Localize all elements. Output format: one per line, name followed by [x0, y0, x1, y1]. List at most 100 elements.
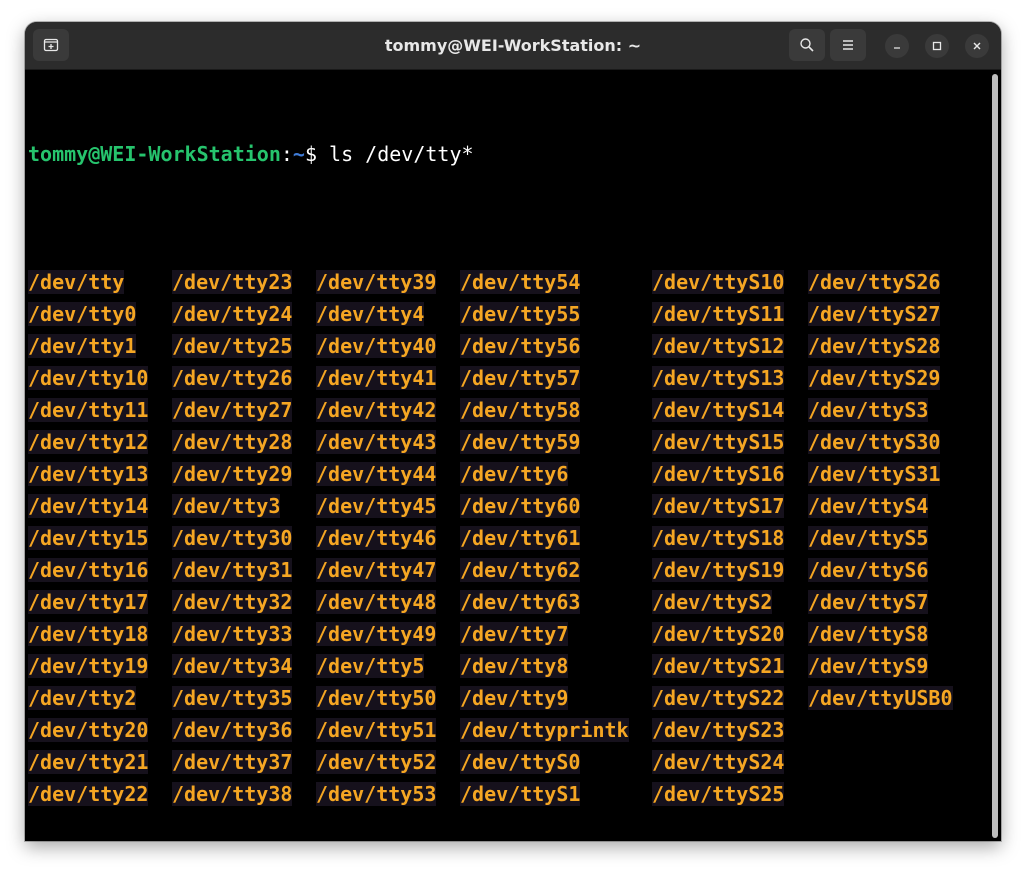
- device-file-entry: /dev/tty8: [460, 650, 629, 682]
- listing-column: /dev/tty23/dev/tty24/dev/tty25/dev/tty26…: [172, 266, 293, 810]
- device-file-entry: /dev/ttyS15: [652, 426, 785, 458]
- device-file-entry: /dev/ttyS24: [652, 746, 785, 778]
- device-file-name: /dev/ttyS28: [808, 334, 941, 358]
- device-file-name: /dev/tty47: [316, 558, 437, 582]
- device-file-name: /dev/tty22: [28, 782, 149, 806]
- device-file-entry: /dev/tty: [28, 266, 148, 298]
- device-file-name: /dev/ttyS10: [652, 270, 785, 294]
- device-file-name: /dev/ttyS31: [808, 462, 941, 486]
- device-file-name: /dev/tty38: [172, 782, 293, 806]
- title-bar[interactable]: tommy@WEI-WorkStation: ~: [25, 22, 1001, 70]
- device-file-entry: /dev/tty58: [460, 394, 629, 426]
- device-file-name: /dev/ttyS1: [460, 782, 581, 806]
- menu-button[interactable]: [830, 29, 866, 61]
- device-file-name: /dev/tty11: [28, 398, 149, 422]
- device-file-name: /dev/tty3: [172, 494, 281, 518]
- device-file-name: /dev/ttyS8: [808, 622, 929, 646]
- device-file-entry: /dev/tty1: [28, 330, 148, 362]
- device-file-name: /dev/tty2: [28, 686, 137, 710]
- device-file-name: /dev/tty54: [460, 270, 581, 294]
- search-icon: [800, 38, 814, 52]
- hamburger-menu-icon: [843, 40, 853, 50]
- device-file-name: /dev/tty60: [460, 494, 581, 518]
- device-file-entry: /dev/ttyS16: [652, 458, 785, 490]
- device-file-name: /dev/tty44: [316, 462, 437, 486]
- device-file-name: /dev/ttyS22: [652, 686, 785, 710]
- device-file-name: /dev/ttyS4: [808, 494, 929, 518]
- device-file-entry: /dev/tty22: [28, 778, 149, 810]
- device-file-name: /dev/tty48: [316, 590, 437, 614]
- listing-column: /dev/tty39/dev/tty4/dev/tty40/dev/tty41 /…: [316, 266, 437, 810]
- device-file-name: /dev/ttyS20: [652, 622, 785, 646]
- device-file-name: /dev/tty5: [316, 654, 425, 678]
- device-file-entry: /dev/tty29: [172, 458, 293, 490]
- device-file-name: /dev/tty27: [172, 398, 293, 422]
- device-file-name: /dev/tty50: [316, 686, 437, 710]
- device-file-name: /dev/ttyS29: [808, 366, 941, 390]
- device-file-entry: /dev/tty28: [172, 426, 293, 458]
- terminal-window: tommy@WEI-WorkStation: ~ tommy@WEI-WorkS…: [25, 22, 1001, 841]
- device-file-entry: /dev/tty46: [316, 522, 437, 554]
- minimize-button[interactable]: [885, 34, 909, 58]
- device-file-entry: /dev/tty11: [28, 394, 149, 426]
- device-file-name: /dev/tty53: [316, 782, 437, 806]
- device-file-entry: /dev/tty32: [172, 586, 293, 618]
- device-file-name: /dev/tty6: [460, 462, 569, 486]
- device-file-entry: /dev/tty34: [172, 650, 293, 682]
- device-file-name: /dev/tty42: [316, 398, 437, 422]
- device-file-name: /dev/tty49: [316, 622, 437, 646]
- device-file-entry: /dev/ttyS25: [652, 778, 785, 810]
- device-file-name: /dev/ttyUSB0: [808, 686, 953, 710]
- terminal-output[interactable]: tommy@WEI-WorkStation:~$ ls /dev/tty* /d…: [28, 74, 988, 834]
- device-file-name: /dev/tty4: [316, 302, 425, 326]
- device-file-entry: /dev/ttyS23: [652, 714, 785, 746]
- device-file-entry: /dev/tty45: [316, 490, 437, 522]
- close-button[interactable]: [965, 34, 989, 58]
- device-file-entry: /dev/ttyS4: [808, 490, 953, 522]
- device-file-entry: /dev/ttyS7: [808, 586, 953, 618]
- search-button[interactable]: [789, 29, 825, 61]
- device-file-name: /dev/tty12: [28, 430, 149, 454]
- device-file-name: /dev/ttyprintk: [460, 718, 629, 742]
- device-file-name: /dev/tty52: [316, 750, 437, 774]
- device-file-name: /dev/tty56: [460, 334, 581, 358]
- device-file-name: /dev/tty35: [172, 686, 293, 710]
- device-file-name: /dev/tty23: [172, 270, 293, 294]
- device-file-entry: /dev/ttyS2: [652, 586, 784, 618]
- close-icon: [973, 42, 981, 50]
- device-file-name: /dev/ttyS16: [652, 462, 785, 486]
- device-file-name: /dev/tty61: [460, 526, 581, 550]
- device-file-entry: /dev/ttyS8: [808, 618, 953, 650]
- prompt-user-host: tommy@WEI-WorkStation: [28, 142, 281, 166]
- device-file-name: /dev/tty28: [172, 430, 293, 454]
- device-file-name: /dev/tty14: [28, 494, 149, 518]
- device-file-name: /dev/tty59: [460, 430, 581, 454]
- device-file-entry: /dev/tty19: [28, 650, 149, 682]
- command-line: tommy@WEI-WorkStation:~$ ls /dev/tty*: [28, 138, 988, 170]
- device-file-entry: /dev/ttyS21: [652, 650, 785, 682]
- device-file-name: /dev/tty55: [460, 302, 581, 326]
- device-file-entry: /dev/ttyS0: [460, 746, 629, 778]
- device-file-name: /dev/ttyS18: [652, 526, 785, 550]
- device-file-entry: /dev/tty6: [460, 458, 629, 490]
- device-file-name: /dev/tty45: [316, 494, 437, 518]
- device-file-entry: /dev/ttyS1: [460, 778, 629, 810]
- device-file-name: /dev/tty51: [316, 718, 437, 742]
- device-file-entry: /dev/tty60: [460, 490, 629, 522]
- device-file-entry: /dev/tty20: [28, 714, 149, 746]
- device-file-name: /dev/tty30: [172, 526, 293, 550]
- device-file-entry: /dev/tty3: [172, 490, 292, 522]
- maximize-button[interactable]: [925, 34, 949, 58]
- device-file-entry: /dev/tty44: [316, 458, 437, 490]
- device-file-entry: /dev/tty15: [28, 522, 149, 554]
- device-file-entry: /dev/tty48: [316, 586, 437, 618]
- device-file-name: /dev/tty: [28, 270, 125, 294]
- device-file-entry: /dev/ttyS9: [808, 650, 953, 682]
- device-file-entry: /dev/tty4: [316, 298, 436, 330]
- scrollbar[interactable]: [992, 74, 998, 838]
- device-file-entry: /dev/ttyS19: [652, 554, 785, 586]
- device-file-name: /dev/ttyS2: [652, 590, 773, 614]
- device-file-entry: /dev/tty35: [172, 682, 293, 714]
- device-file-entry: /dev/tty37: [172, 746, 293, 778]
- device-file-entry: /dev/tty30: [172, 522, 293, 554]
